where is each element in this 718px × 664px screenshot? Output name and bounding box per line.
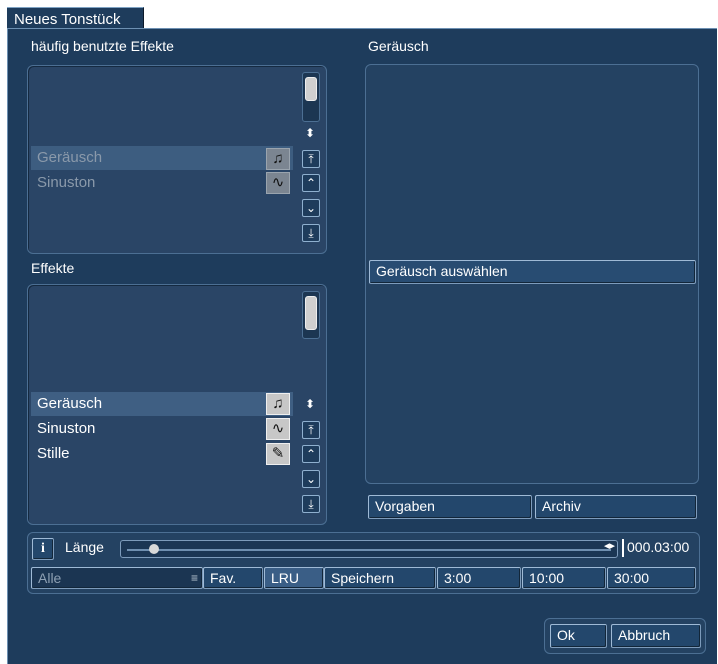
select-sound-button[interactable]: Geräusch auswählen	[369, 260, 696, 284]
preview-label: Geräusch	[368, 38, 429, 54]
scroll-up-button[interactable]: ⌃	[302, 174, 320, 192]
favorites-filter-button[interactable]: Fav.	[203, 567, 263, 589]
window-title: Neues Tonstück	[14, 11, 121, 28]
length-slider[interactable]	[120, 540, 618, 558]
info-icon: i	[41, 541, 45, 556]
effects-list[interactable]: Geräusch Sinuston Stille ♫ ∿ ✎ ⬍ ⤒ ⌃ ⌄ ⤓	[27, 284, 327, 525]
music-note-icon: ♫	[266, 393, 290, 415]
sine-wave-icon: ∿	[266, 172, 290, 194]
list-item-geraeusch[interactable]: Geräusch	[31, 146, 293, 170]
scroll-up-button[interactable]: ⌃	[302, 445, 320, 463]
length-value: 000.03:00	[627, 539, 690, 555]
silence-icon: ✎	[266, 443, 290, 465]
list-item-label: Geräusch	[37, 149, 103, 166]
preset-3-button[interactable]: 3:00	[437, 567, 521, 589]
favorites-filter-label: Fav.	[210, 570, 237, 586]
value-separator	[622, 539, 624, 557]
scrollbar-thumb[interactable]	[305, 296, 317, 330]
slider-handle[interactable]	[149, 544, 159, 554]
length-panel: i Länge ◂▸ 000.03:00 Alle ≡ Fav. LRU Spe…	[27, 532, 700, 594]
menu-icon: ≡	[190, 571, 198, 585]
scroll-down-button[interactable]: ⌄	[302, 470, 320, 488]
cancel-label: Abbruch	[618, 627, 671, 643]
sine-wave-icon: ∿	[266, 418, 290, 440]
save-label: Speichern	[331, 570, 395, 586]
footer-buttons: Ok Abbruch	[544, 618, 706, 654]
save-button[interactable]: Speichern	[324, 567, 436, 589]
select-sound-label: Geräusch auswählen	[376, 263, 508, 279]
step-arrows-icon[interactable]: ◂▸	[604, 539, 615, 552]
preset-label: 10:00	[529, 570, 565, 586]
list-item-stille[interactable]: Stille	[31, 442, 293, 466]
scroll-down-button[interactable]: ⌄	[302, 199, 320, 217]
scrollbar-track[interactable]	[302, 291, 320, 339]
music-note-icon: ♫	[266, 148, 290, 170]
scrollbar-thumb[interactable]	[305, 77, 317, 101]
lru-filter-button[interactable]: LRU	[264, 567, 324, 589]
preset-30-button[interactable]: 30:00	[607, 567, 696, 589]
list-item-label: Sinuston	[37, 420, 96, 437]
effects-label: Effekte	[31, 260, 75, 276]
ok-button[interactable]: Ok	[550, 624, 607, 648]
slider-track	[127, 549, 611, 551]
list-item-geraeusch[interactable]: Geräusch	[31, 392, 293, 416]
presets-label: Vorgaben	[375, 498, 435, 514]
presets-button[interactable]: Vorgaben	[368, 495, 532, 519]
ok-label: Ok	[557, 627, 575, 643]
list-item-sinuston[interactable]: Sinuston	[31, 417, 293, 441]
list-item-sinuston[interactable]: Sinuston	[31, 171, 293, 195]
list-item-label: Geräusch	[37, 395, 103, 412]
list-item-label: Sinuston	[37, 174, 96, 191]
archive-label: Archiv	[542, 498, 581, 514]
scroll-bottom-button[interactable]: ⤓	[302, 224, 320, 242]
list-item-label: Stille	[37, 445, 70, 462]
category-select-value: Alle	[38, 570, 62, 586]
info-button[interactable]: i	[32, 538, 54, 560]
favorites-label: häufig benutzte Effekte	[31, 38, 174, 54]
preset-10-button[interactable]: 10:00	[522, 567, 606, 589]
archive-button[interactable]: Archiv	[535, 495, 697, 519]
preview-panel: Geräusch auswählen	[365, 64, 699, 484]
scroll-bottom-button[interactable]: ⤓	[302, 495, 320, 513]
scroll-updown-icon[interactable]: ⬍	[305, 397, 315, 411]
scroll-updown-icon[interactable]: ⬍	[305, 126, 315, 140]
favorites-list[interactable]: Geräusch Sinuston ♫ ∿ ⬍ ⤒ ⌃ ⌄ ⤓	[27, 65, 327, 254]
scroll-top-button[interactable]: ⤒	[302, 421, 320, 439]
scroll-top-button[interactable]: ⤒	[302, 150, 320, 168]
cancel-button[interactable]: Abbruch	[611, 624, 701, 648]
category-select[interactable]: Alle ≡	[31, 567, 203, 589]
preset-label: 30:00	[614, 570, 650, 586]
scrollbar-track[interactable]	[302, 72, 320, 122]
lru-filter-label: LRU	[271, 570, 300, 586]
length-label: Länge	[65, 539, 104, 555]
preset-label: 3:00	[444, 570, 472, 586]
